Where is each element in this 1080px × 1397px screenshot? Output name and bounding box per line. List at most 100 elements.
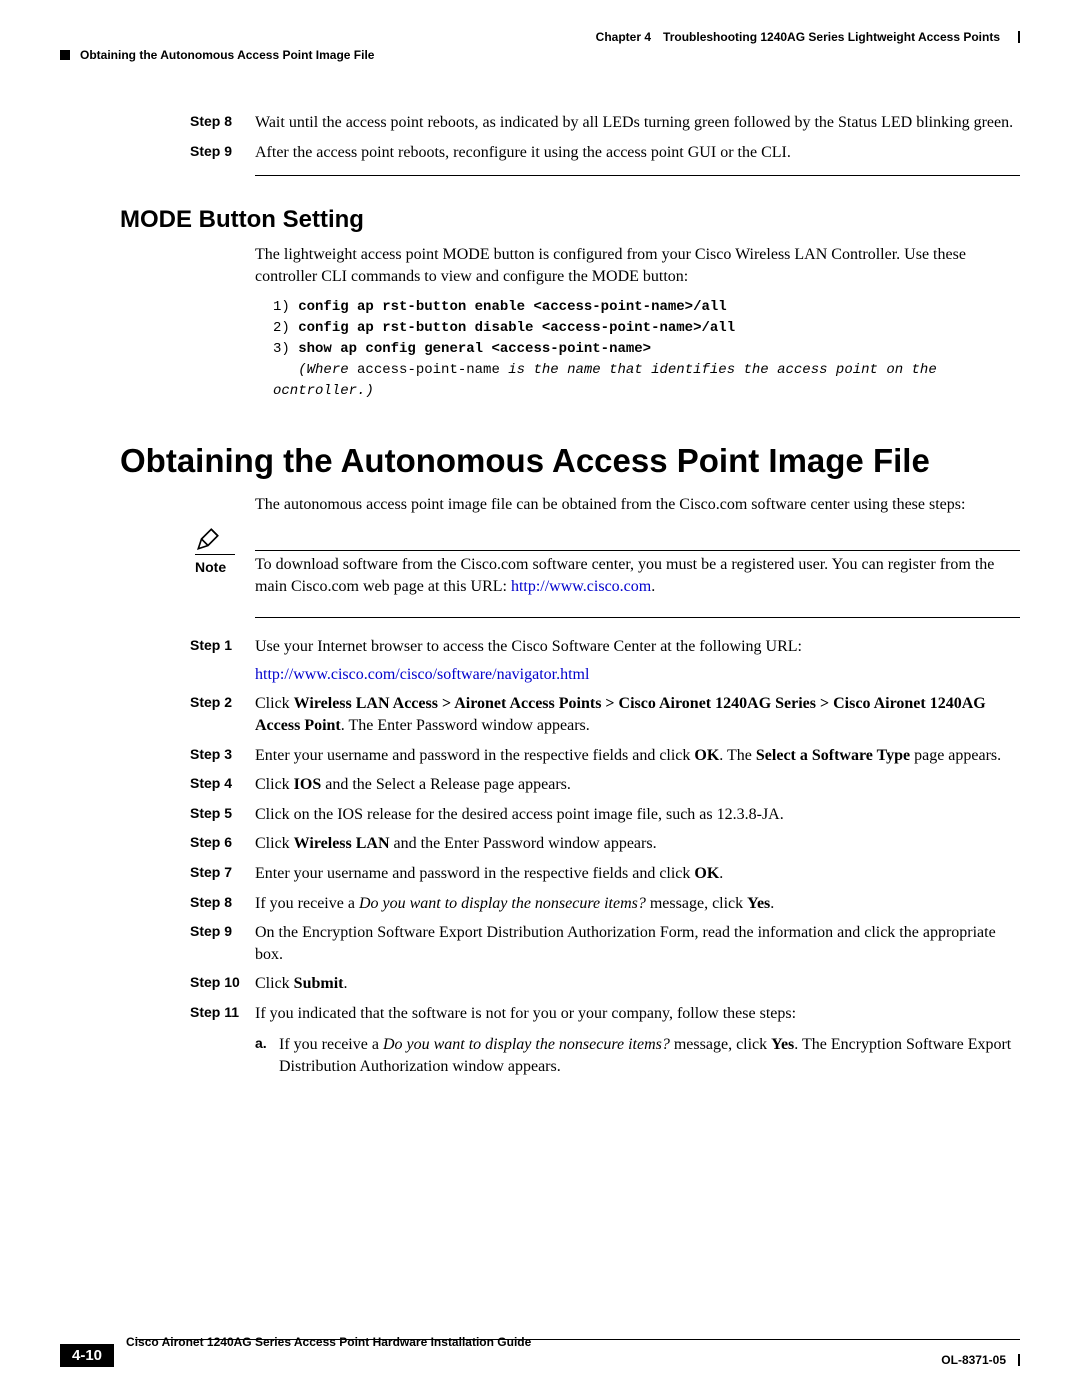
step-body: If you receive a Do you want to display … bbox=[255, 893, 1020, 915]
step-label: Step 9 bbox=[190, 142, 255, 164]
note-label: Note bbox=[195, 554, 235, 577]
step-body: Click on the IOS release for the desired… bbox=[255, 804, 1020, 826]
heading-mode-button: MODE Button Setting bbox=[120, 206, 1020, 234]
text: If you receive a bbox=[279, 1036, 383, 1053]
step-label: Step 4 bbox=[190, 774, 255, 796]
step-label: Step 10 bbox=[190, 973, 255, 995]
step-label: Step 8 bbox=[190, 112, 255, 134]
chapter-title: Troubleshooting 1240AG Series Lightweigh… bbox=[663, 30, 1000, 44]
bold: OK bbox=[694, 865, 719, 882]
step-body: If you indicated that the software is no… bbox=[255, 1003, 1020, 1078]
step-body: Enter your username and password in the … bbox=[255, 863, 1020, 885]
text: and the Enter Password window appears. bbox=[390, 835, 657, 852]
note-block: Note To download software from the Cisco… bbox=[195, 526, 1020, 597]
step-row: Step 1 Use your Internet browser to acce… bbox=[190, 636, 1020, 685]
header-rule-icon bbox=[1018, 31, 1020, 43]
text: Enter your username and password in the … bbox=[255, 865, 694, 882]
text: message, click bbox=[670, 1036, 771, 1053]
step-label: Step 2 bbox=[190, 693, 255, 736]
chapter-label: Chapter 4 bbox=[596, 30, 651, 44]
step-row: Step 2 Click Wireless LAN Access > Airon… bbox=[190, 693, 1020, 736]
step-body: Click Wireless LAN and the Enter Passwor… bbox=[255, 833, 1020, 855]
bold: Select a Software Type bbox=[756, 747, 910, 764]
step-row: Step 4 Click IOS and the Select a Releas… bbox=[190, 774, 1020, 796]
link-navigator[interactable]: http://www.cisco.com/cisco/software/navi… bbox=[255, 664, 589, 686]
text: Enter your username and password in the … bbox=[255, 747, 694, 764]
step-body: Click IOS and the Select a Release page … bbox=[255, 774, 1020, 796]
cli-note: (Where bbox=[298, 362, 357, 378]
step-body: After the access point reboots, reconfig… bbox=[255, 142, 1020, 164]
step-label: Step 9 bbox=[190, 922, 255, 965]
text: message, click bbox=[646, 895, 747, 912]
step-label: Step 11 bbox=[190, 1003, 255, 1078]
italic: Do you want to display the nonsecure ite… bbox=[359, 895, 646, 912]
breadcrumb: Obtaining the Autonomous Access Point Im… bbox=[60, 48, 1020, 62]
cli-num: 3) bbox=[273, 341, 290, 357]
text: . The Enter Password window appears. bbox=[341, 717, 590, 734]
step-row: Step 7 Enter your username and password … bbox=[190, 863, 1020, 885]
step-row: Step 8 If you receive a Do you want to d… bbox=[190, 893, 1020, 915]
text: Click bbox=[255, 776, 294, 793]
running-header: Chapter 4 Troubleshooting 1240AG Series … bbox=[60, 30, 1020, 44]
guide-title: Cisco Aironet 1240AG Series Access Point… bbox=[126, 1335, 941, 1349]
step-row: Step 9 On the Encryption Software Export… bbox=[190, 922, 1020, 965]
text: (Where bbox=[298, 362, 357, 378]
paragraph: The autonomous access point image file c… bbox=[255, 494, 1020, 516]
horizontal-rule bbox=[255, 175, 1020, 176]
step-row: Step 11 If you indicated that the softwa… bbox=[190, 1003, 1020, 1078]
breadcrumb-text: Obtaining the Autonomous Access Point Im… bbox=[80, 48, 374, 62]
text: . bbox=[719, 865, 723, 882]
cli-num: 1) bbox=[273, 299, 290, 315]
text: Click bbox=[255, 695, 294, 712]
text: . bbox=[651, 578, 655, 595]
bold: Submit bbox=[294, 975, 344, 992]
footer-rule-icon bbox=[1018, 1354, 1020, 1366]
substep-row: a. If you receive a Do you want to displ… bbox=[255, 1034, 1020, 1077]
paragraph: The lightweight access point MODE button… bbox=[255, 244, 1020, 287]
step-body: Click Submit. bbox=[255, 973, 1020, 995]
bold: IOS bbox=[294, 776, 322, 793]
substep-label: a. bbox=[255, 1034, 279, 1077]
cli-block: 1) config ap rst-button enable <access-p… bbox=[273, 297, 1020, 402]
page-number-badge: 4-10 bbox=[60, 1344, 114, 1367]
step-row: Step 3 Enter your username and password … bbox=[190, 745, 1020, 767]
text: Click bbox=[255, 975, 294, 992]
cli-var: access-point-name bbox=[357, 362, 500, 378]
step-body: Click Wireless LAN Access > Aironet Acce… bbox=[255, 693, 1020, 736]
step-row: Step 8 Wait until the access point reboo… bbox=[190, 112, 1020, 134]
text: . The bbox=[719, 747, 756, 764]
text: and the Select a Release page appears. bbox=[321, 776, 571, 793]
text: Use your Internet browser to access the … bbox=[255, 638, 802, 655]
step-body: Use your Internet browser to access the … bbox=[255, 636, 1020, 685]
step-label: Step 5 bbox=[190, 804, 255, 826]
text: . bbox=[770, 895, 774, 912]
cli-command: config ap rst-button disable <access-poi… bbox=[298, 320, 735, 336]
step-body: On the Encryption Software Export Distri… bbox=[255, 922, 1020, 965]
step-label: Step 7 bbox=[190, 863, 255, 885]
step-label: Step 8 bbox=[190, 893, 255, 915]
cli-num: 2) bbox=[273, 320, 290, 336]
heading-obtaining: Obtaining the Autonomous Access Point Im… bbox=[120, 442, 1020, 480]
text: . bbox=[343, 975, 347, 992]
step-body: Enter your username and password in the … bbox=[255, 745, 1020, 767]
step-label: Step 6 bbox=[190, 833, 255, 855]
doc-id-text: OL-8371-05 bbox=[941, 1353, 1006, 1367]
text: If you indicated that the software is no… bbox=[255, 1005, 796, 1022]
link-cisco[interactable]: http://www.cisco.com bbox=[511, 578, 651, 595]
step-row: Step 9 After the access point reboots, r… bbox=[190, 142, 1020, 164]
note-pencil-icon bbox=[195, 526, 221, 552]
step-body: Wait until the access point reboots, as … bbox=[255, 112, 1020, 134]
italic: Do you want to display the nonsecure ite… bbox=[383, 1036, 670, 1053]
text: Click bbox=[255, 835, 294, 852]
square-bullet-icon bbox=[60, 50, 70, 60]
step-row: Step 10 Click Submit. bbox=[190, 973, 1020, 995]
text: If you receive a bbox=[255, 895, 359, 912]
cli-command: config ap rst-button enable <access-poin… bbox=[298, 299, 726, 315]
step-row: Step 6 Click Wireless LAN and the Enter … bbox=[190, 833, 1020, 855]
text: page appears. bbox=[910, 747, 1001, 764]
step-row: Step 5 Click on the IOS release for the … bbox=[190, 804, 1020, 826]
bold: Yes bbox=[747, 895, 770, 912]
bold: Wireless LAN bbox=[294, 835, 390, 852]
note-body: To download software from the Cisco.com … bbox=[255, 550, 1020, 597]
step-label: Step 1 bbox=[190, 636, 255, 685]
